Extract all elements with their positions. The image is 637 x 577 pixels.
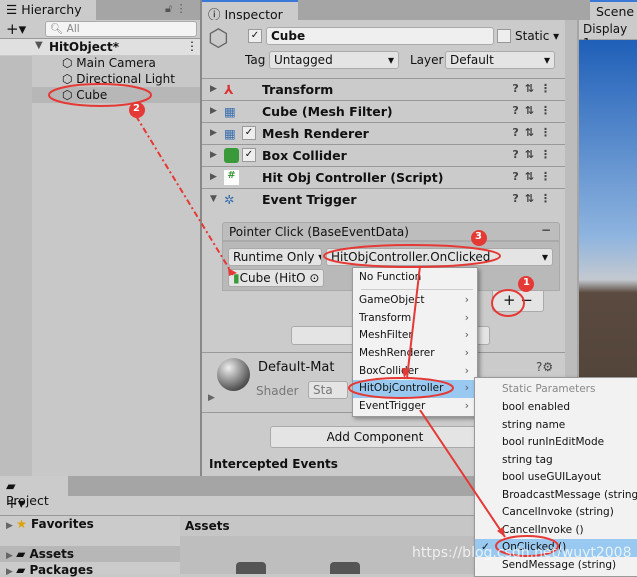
check-icon: ✓ — [481, 541, 490, 553]
tree-assets[interactable]: ▶ ▰ Assets — [6, 547, 74, 561]
tag-dropdown[interactable]: Untagged ▾ — [269, 51, 399, 69]
cube-icon: ⬡ — [208, 24, 229, 52]
hierarchy-toolbar: +▾ 🔍︎ All — [0, 20, 200, 39]
submenu-item[interactable]: bool useGUILayout — [475, 469, 637, 487]
submenu-item[interactable]: CancelInvoke (string) — [475, 504, 637, 522]
submenu-item[interactable]: CancelInvoke () — [475, 522, 637, 540]
target-object-field[interactable]: ▮Cube (HitO ⊙ — [228, 269, 324, 287]
expand-icon[interactable]: ▼ — [35, 40, 43, 51]
menu-item-hitobjcontroller[interactable]: HitObjController › — [353, 380, 477, 398]
component-transform[interactable]: ▶ ⅄ Transform ?⇅⋮ — [202, 78, 565, 100]
static-checkbox[interactable] — [497, 29, 511, 43]
function-menu: No Function GameObject › Transform › MeshF… — [352, 267, 478, 417]
menu-item-boxcollider[interactable]: BoxCollider › — [353, 363, 477, 381]
folder-icon: ▰ — [6, 478, 16, 493]
help-gear-icon[interactable]: ?⚙ — [536, 360, 553, 374]
component-mesh-renderer[interactable]: ▶ ▦ ✓ Mesh Renderer ?⇅⋮ — [202, 122, 565, 144]
tree-packages[interactable]: ▶ ▰ Packages — [6, 563, 93, 577]
submenu-item[interactable]: string tag — [475, 452, 637, 470]
object-name-input[interactable]: Cube — [266, 27, 494, 45]
menu-item-meshrenderer[interactable]: MeshRenderer › — [353, 345, 477, 363]
menu-item-gameobject[interactable]: GameObject › — [353, 292, 477, 310]
list-item[interactable]: ⬡ Directional Light — [62, 72, 175, 86]
list-item-selected[interactable]: ⬡ Cube — [32, 87, 200, 103]
tab-hierarchy[interactable]: ☰ Hierarchy — [0, 0, 96, 20]
display-dropdown[interactable]: Display 1 — [579, 20, 637, 50]
hierarchy-gutter — [0, 56, 32, 476]
inspector-header: ⬡ ✓ Cube Static ▾ Tag Untagged ▾ Layer De… — [202, 20, 565, 78]
separator — [361, 289, 473, 290]
shader-dropdown[interactable]: Sta — [308, 381, 348, 399]
list-icon: ☰ — [6, 2, 22, 17]
component-mesh-filter[interactable]: ▶ ▦ Cube (Mesh Filter) ?⇅⋮ — [202, 100, 565, 122]
component-box-collider[interactable]: ▶ ✓ Box Collider ?⇅⋮ — [202, 144, 565, 166]
menu-item-no-function[interactable]: No Function — [353, 269, 477, 287]
folder-icon[interactable] — [236, 562, 266, 574]
function-dropdown[interactable]: HitObjController.OnClicked ▾ — [326, 248, 553, 266]
add-component-button[interactable]: Add Component — [270, 426, 480, 448]
submenu-item-onclicked[interactable]: ✓ OnClicked () — [475, 539, 637, 557]
grid-icon: ▦ — [224, 104, 236, 119]
more-icon[interactable]: ⋮ — [186, 39, 198, 53]
add-icon[interactable]: +▾ — [6, 20, 26, 38]
hitobjcontroller-submenu: Static Parameters bool enabled string na… — [474, 377, 637, 577]
static-dropdown[interactable]: Static ▾ — [515, 29, 559, 43]
menu-item-meshfilter[interactable]: MeshFilter › — [353, 327, 477, 345]
event-header: Pointer Click (BaseEventData) − — [222, 222, 560, 241]
add-remove-buttons[interactable]: + − — [492, 290, 544, 312]
tab-project[interactable]: ▰ Project — [0, 476, 68, 508]
component-event-trigger[interactable]: ▼ ✲ Event Trigger ?⇅⋮ — [202, 188, 565, 210]
active-checkbox[interactable]: ✓ — [248, 29, 262, 43]
remove-event-button[interactable]: − — [541, 223, 551, 237]
expand-icon[interactable]: ▶ — [208, 393, 215, 403]
menu-item-eventtrigger[interactable]: EventTrigger › — [353, 398, 477, 416]
tab-inspector[interactable]: ⓘ Inspector — [202, 0, 298, 22]
submenu-item[interactable]: SendMessage (string) — [475, 557, 637, 575]
runtime-dropdown[interactable]: Runtime Only ▾ — [228, 248, 322, 266]
tree-favorites[interactable]: ▶ ★ Favorites — [6, 517, 94, 531]
menu-item-transform[interactable]: Transform › — [353, 310, 477, 328]
layer-dropdown[interactable]: Default ▾ — [445, 51, 555, 69]
hierarchy-search-input[interactable]: 🔍︎ All — [45, 21, 197, 37]
annotation-badge-2 — [129, 102, 145, 118]
scene-row[interactable]: ▼ HitObject* ⋮ — [0, 39, 200, 55]
submenu-item[interactable]: bool runInEditMode — [475, 434, 637, 452]
component-script[interactable]: ▶ # Hit Obj Controller (Script) ?⇅⋮ — [202, 166, 565, 188]
submenu-item[interactable]: string name — [475, 417, 637, 435]
submenu-item[interactable]: BroadcastMessage (string) — [475, 487, 637, 505]
badge-label: 2 — [133, 103, 140, 114]
lock-icon[interactable]: 🔓︎ ⋮ — [165, 2, 187, 16]
submenu-item[interactable]: bool enabled — [475, 399, 637, 417]
folder-icon[interactable] — [330, 562, 360, 574]
tab-scene[interactable]: Scene — [590, 0, 637, 20]
material-sphere — [217, 358, 250, 391]
list-item[interactable]: ⬡ Main Camera — [62, 56, 156, 70]
